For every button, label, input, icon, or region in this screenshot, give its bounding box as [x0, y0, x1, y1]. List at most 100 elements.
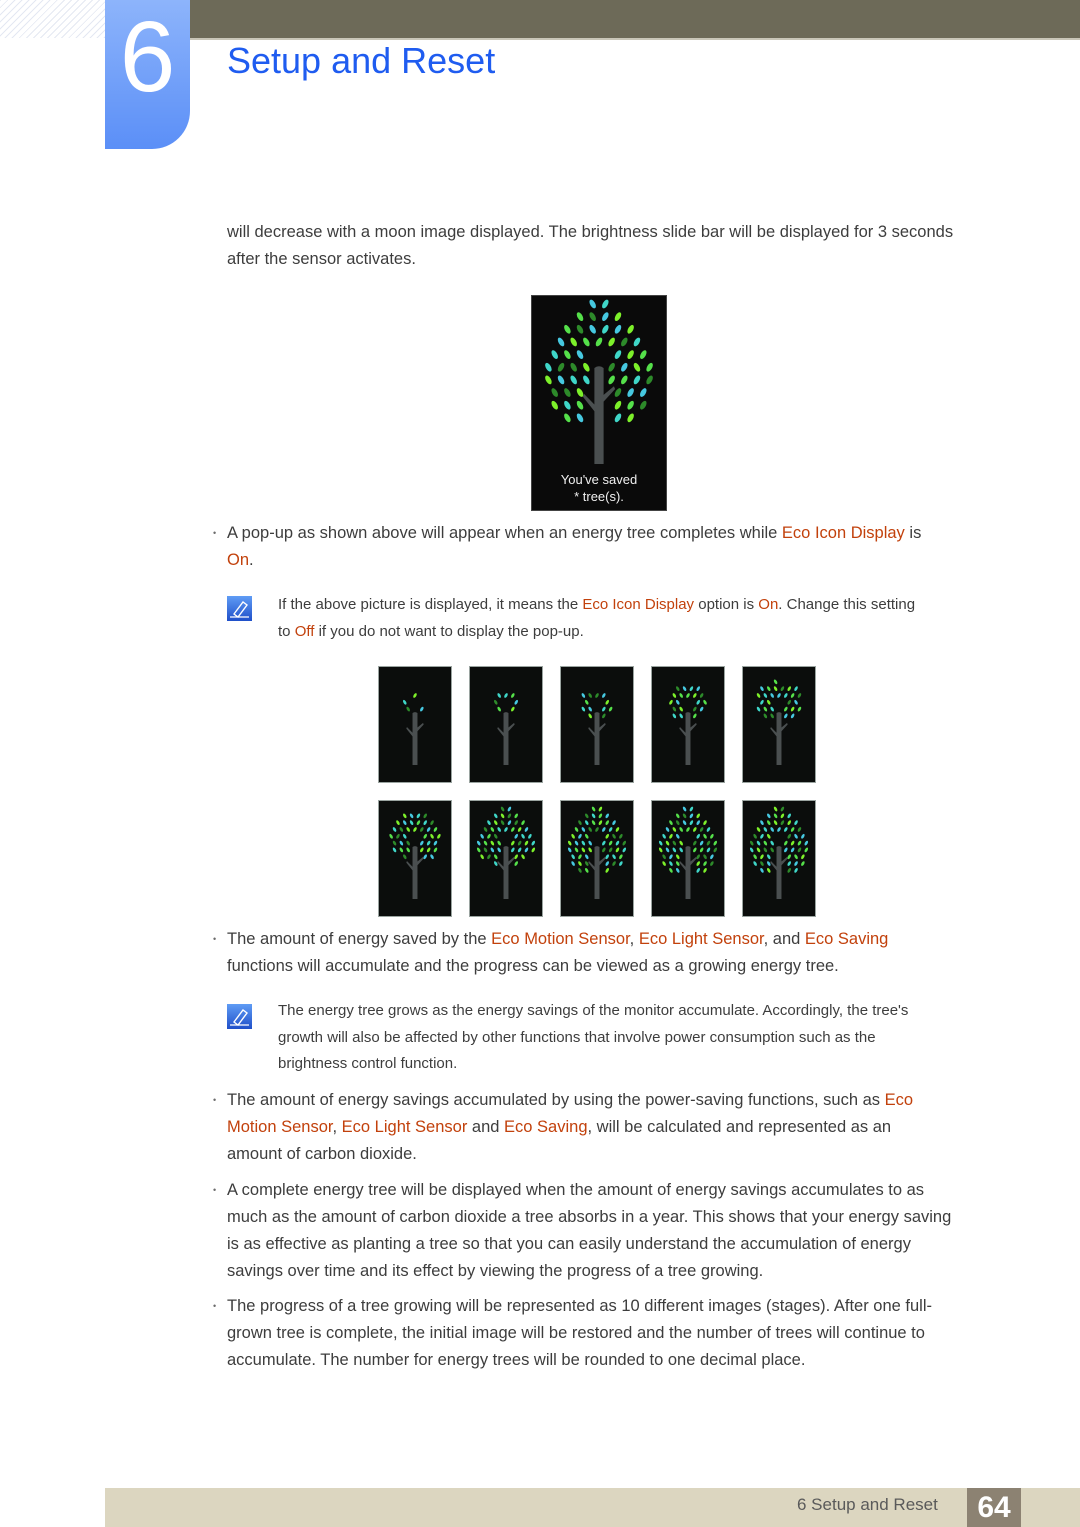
tree-leaf [760, 686, 764, 691]
tree-leaf [777, 693, 781, 698]
tree-leaf [699, 706, 704, 712]
tree-leaf [710, 854, 714, 860]
text: The amount of energy savings accumulated… [227, 1091, 885, 1109]
chapter-tab: 6 [105, 0, 190, 149]
tree-leaf [514, 820, 518, 825]
chapter-number: 6 [119, 1, 176, 113]
text: A complete energy tree will be displayed… [227, 1181, 925, 1199]
tree-leaf [753, 861, 757, 866]
tree-leaf [524, 847, 529, 853]
tree-leaf [689, 820, 694, 825]
tree-leaf [578, 833, 582, 839]
text: growth will also be affected by other fu… [278, 1028, 876, 1046]
tree-leaf [679, 706, 683, 712]
tree-leaf [531, 847, 536, 853]
tree-leaf [784, 693, 788, 698]
header-bar [190, 0, 1080, 38]
tree-leaf [578, 820, 582, 825]
tree-leaf [665, 847, 670, 853]
tree-leaf [614, 312, 622, 322]
tree-leaf [767, 686, 771, 691]
tree-leaf [676, 820, 680, 825]
tree-leaf [608, 375, 615, 385]
tree-leaf [696, 820, 700, 825]
tree-leaf [682, 686, 687, 691]
highlight-on: On [758, 596, 779, 613]
tree-leaf [706, 827, 711, 832]
tree-leaf [585, 833, 589, 839]
tree-leaf [749, 847, 754, 853]
tree-leaf [521, 820, 525, 825]
highlight-eco: Eco [884, 1091, 914, 1109]
tree-leaf [494, 854, 498, 860]
tree-leaf [614, 350, 622, 359]
tree-leaf [760, 861, 764, 866]
tree-leaf [403, 820, 407, 825]
note-pencil-icon [227, 596, 252, 621]
tree-leaf [578, 854, 582, 860]
tree-leaf [490, 847, 495, 853]
tree-leaf [787, 861, 791, 866]
tree-stage-10 [742, 800, 816, 917]
tree-leaf [406, 847, 410, 853]
tree-leaf [420, 840, 424, 846]
tree-leaf [633, 362, 641, 372]
tree-leaf [669, 861, 673, 866]
tree-leaf [679, 840, 683, 846]
tree-leaf [531, 840, 536, 846]
tree-leaf [676, 813, 680, 819]
tree-leaf [578, 861, 582, 866]
tree-leaf [794, 861, 798, 866]
tree-leaf [585, 868, 589, 873]
tree-leaf [706, 840, 711, 846]
bullet-icon: • [213, 934, 217, 944]
tree-leaf [420, 847, 424, 853]
tree-leaf [588, 713, 592, 719]
tree-leaf [598, 820, 603, 825]
tree-leaf [763, 693, 768, 698]
tree-leaf [483, 847, 488, 853]
tree-leaf [784, 847, 788, 853]
tree-leaf [615, 827, 620, 832]
tree-leaf [679, 847, 683, 853]
tree-leaf [615, 840, 620, 846]
tree-leaf [511, 693, 515, 698]
tree-leaf [658, 847, 663, 853]
tree-leaf [480, 833, 484, 839]
tree-leaf [693, 706, 697, 712]
tree-leaf [602, 693, 606, 698]
text: brightness control function. [278, 1055, 458, 1072]
tree-leaf [511, 827, 515, 832]
tree-leaf [696, 813, 700, 819]
tree-leaf [699, 847, 704, 853]
tree-leaf [703, 833, 707, 839]
bullet-icon: • [213, 1095, 217, 1105]
tree-leaf [524, 840, 529, 846]
tree-leaf [787, 854, 791, 860]
text: , [629, 930, 639, 948]
tree-leaf [598, 813, 603, 819]
tree-leaf [713, 847, 718, 853]
tree-leaf [676, 868, 680, 873]
tree-leaf [665, 840, 670, 846]
tree-leaf [392, 840, 397, 846]
tree-leaf [545, 375, 552, 385]
tree-leaf [571, 861, 575, 866]
tree-leaf [794, 854, 798, 860]
tree-leaf [602, 706, 606, 712]
tree-leaf [494, 820, 498, 825]
tree-leaf [576, 413, 584, 423]
tree-leaf [583, 362, 590, 372]
tree-leaf [679, 827, 683, 832]
highlight-eco-icon-display: Eco Icon Display [582, 596, 695, 613]
tree-leaf [433, 847, 438, 853]
tree-leaf [801, 861, 805, 866]
tree-leaf [676, 833, 680, 839]
tree-leaf [430, 833, 434, 839]
tree-leaf [612, 854, 616, 860]
tree-leaf [614, 400, 622, 410]
tree-leaf [679, 693, 683, 698]
tree-leaf [767, 868, 771, 873]
tree-leaf [585, 813, 589, 819]
tree-leaf [551, 350, 558, 359]
